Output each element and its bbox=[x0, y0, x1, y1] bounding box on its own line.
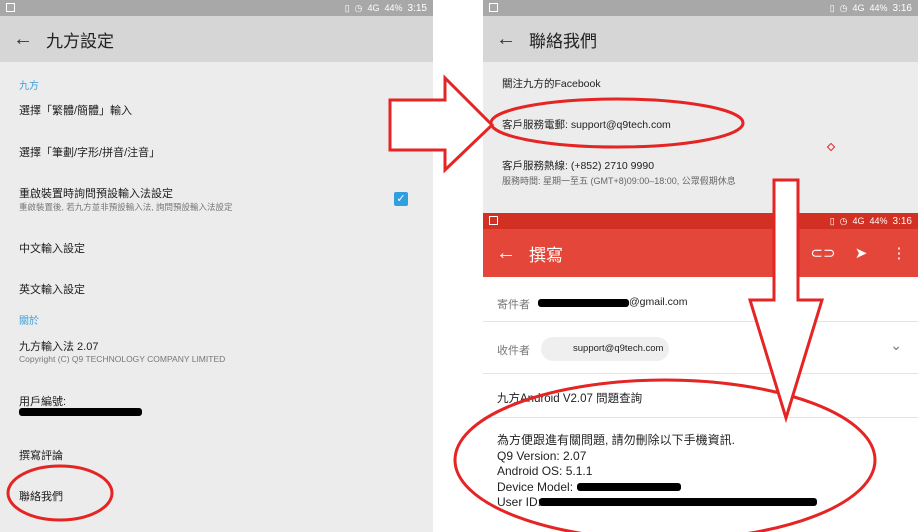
battery-level: 44% bbox=[869, 3, 888, 13]
default-ime-checkbox[interactable]: ✓ bbox=[394, 192, 408, 206]
redacted-user-id bbox=[539, 498, 817, 506]
signal-icon: 4G bbox=[852, 3, 865, 13]
page-title: 撰寫 bbox=[529, 245, 563, 265]
setting-traditional-simplified[interactable]: 選擇「繁體/簡體」輸入 bbox=[19, 102, 132, 118]
setting-english-input[interactable]: 英文輸入設定 bbox=[19, 281, 85, 297]
vibrate-icon: ▯ bbox=[829, 216, 835, 226]
clock: 3:15 bbox=[407, 2, 427, 14]
battery-level: 44% bbox=[869, 216, 888, 226]
alarm-icon: ◷ bbox=[839, 216, 848, 226]
clock: 3:16 bbox=[892, 2, 912, 14]
back-arrow-icon[interactable]: ← bbox=[483, 242, 529, 265]
redacted-user-id bbox=[19, 408, 142, 416]
settings-screen: ▯ ◷ 4G 44% 3:15 ← 九方設定 九方 選擇「繁體/簡體」輸入 選擇… bbox=[0, 0, 433, 532]
signal-icon: 4G bbox=[852, 216, 865, 226]
send-icon[interactable]: ➤ bbox=[842, 244, 880, 262]
facebook-link[interactable]: 關注九方的Facebook bbox=[502, 76, 601, 91]
page-title: 聯絡我們 bbox=[529, 31, 597, 51]
alarm-icon: ◷ bbox=[839, 3, 848, 13]
divider bbox=[483, 373, 918, 374]
attach-icon[interactable]: ⊂⊃ bbox=[804, 244, 842, 262]
divider bbox=[483, 417, 918, 418]
more-menu-icon[interactable]: ⋮ bbox=[880, 244, 918, 262]
subject-field[interactable]: 九方Android V2.07 問題查詢 bbox=[497, 390, 642, 406]
from-value[interactable]: @gmail.com bbox=[629, 296, 688, 308]
support-email-link[interactable]: 客戶服務電郵: support@q9tech.com bbox=[502, 117, 671, 132]
chevron-down-icon[interactable]: ⌄ bbox=[890, 337, 902, 354]
section-header-about: 關於 bbox=[19, 316, 39, 327]
support-hotline-link[interactable]: 客戶服務熱線: (+852) 2710 9990 bbox=[502, 158, 654, 173]
clock: 3:16 bbox=[892, 215, 912, 227]
user-id-label: 用戶編號: bbox=[19, 396, 67, 408]
body-line: Android OS: 5.1.1 bbox=[497, 464, 593, 478]
page-title: 九方設定 bbox=[46, 31, 114, 51]
notification-icon bbox=[6, 3, 15, 12]
status-bar: ▯ ◷ 4G 44% 3:16 bbox=[483, 0, 918, 16]
notification-icon bbox=[489, 3, 498, 12]
compose-toolbar: ← 撰寫 ⊂⊃ ➤ ⋮ bbox=[483, 229, 918, 277]
body-line: 為方便跟進有關問題, 請勿刪除以下手機資訊. bbox=[497, 433, 736, 447]
contact-screen: ▯ ◷ 4G 44% 3:16 ← 聯絡我們 關注九方的Facebook 客戶服… bbox=[483, 0, 918, 213]
service-hours: 服務時間: 星期一至五 (GMT+8)09:00–18:00, 公眾假期休息 bbox=[502, 176, 736, 186]
signal-icon: 4G bbox=[367, 3, 380, 13]
vibrate-icon: ▯ bbox=[829, 3, 835, 13]
setting-default-ime-description: 重啟裝置後, 若九方並非預設輸入法, 詢問預設輸入法設定 bbox=[19, 202, 233, 212]
back-arrow-icon[interactable]: ← bbox=[0, 28, 46, 51]
setting-input-method[interactable]: 選擇「筆劃/字形/拼音/注音」 bbox=[19, 144, 160, 160]
to-label: 收件者 bbox=[497, 345, 530, 357]
alarm-icon: ◷ bbox=[354, 3, 363, 13]
body-line: Q9 Version: 2.07 bbox=[497, 448, 587, 463]
section-header-q9: 九方 bbox=[19, 81, 39, 92]
compose-screen: ▯ ◷ 4G 44% 3:16 ← 撰寫 ⊂⊃ ➤ ⋮ 寄件者 @gmail.c… bbox=[483, 213, 918, 532]
annotation-marker bbox=[826, 142, 836, 152]
divider bbox=[483, 321, 918, 322]
notification-icon bbox=[489, 216, 498, 225]
vibrate-icon: ▯ bbox=[344, 3, 350, 13]
contact-toolbar: ← 聯絡我們 bbox=[483, 16, 918, 62]
battery-level: 44% bbox=[384, 3, 403, 13]
copyright-label: Copyright (C) Q9 TECHNOLOGY COMPANY LIMI… bbox=[19, 354, 226, 364]
contact-us-item[interactable]: 聯絡我們 bbox=[19, 488, 63, 504]
status-bar: ▯ ◷ 4G 44% 3:15 bbox=[0, 0, 433, 16]
redacted-sender bbox=[538, 299, 629, 307]
setting-chinese-input[interactable]: 中文輸入設定 bbox=[19, 240, 85, 256]
setting-default-ime[interactable]: 重啟裝置時詢問預設輸入法設定 bbox=[19, 185, 173, 201]
write-review-item[interactable]: 撰寫評論 bbox=[19, 447, 63, 463]
back-arrow-icon[interactable]: ← bbox=[483, 28, 529, 51]
from-label: 寄件者 bbox=[497, 299, 530, 311]
settings-toolbar: ← 九方設定 bbox=[0, 16, 433, 62]
redacted-device-model bbox=[577, 483, 681, 491]
status-bar: ▯ ◷ 4G 44% 3:16 bbox=[483, 213, 918, 229]
recipient-chip[interactable]: support@q9tech.com bbox=[541, 337, 669, 361]
version-label: 九方輸入法 2.07 bbox=[19, 341, 99, 353]
